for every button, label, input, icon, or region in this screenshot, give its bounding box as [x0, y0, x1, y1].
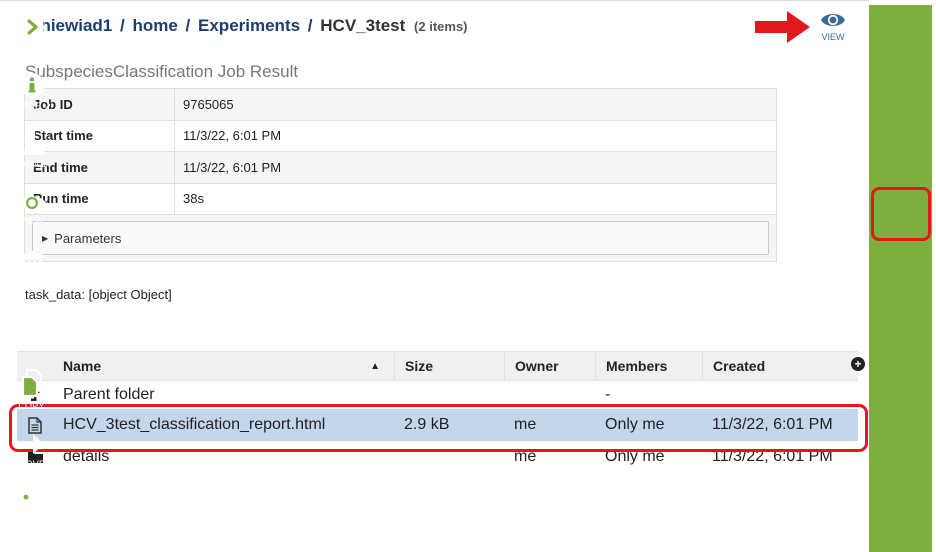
- sidebar-view-button[interactable]: VIEW: [0, 193, 63, 226]
- caret-right-icon: ▶: [42, 233, 49, 243]
- sidebar-delete-label: DELETE: [13, 281, 50, 291]
- sidebar-rename-button[interactable]: RENAME: [0, 308, 63, 349]
- sidebar-move-label: MOVE: [17, 459, 46, 469]
- sidebar-download-label: DWNLD: [14, 159, 49, 169]
- file-created: 11/3/22, 6:01 PM: [712, 416, 833, 433]
- parent-folder-members: -: [605, 386, 611, 403]
- parameters-row: ▶ Parameters: [24, 214, 777, 262]
- sidebar-hide-label: HIDE: [20, 43, 43, 53]
- sidebar-guide-button[interactable]: GUIDE ↗: [0, 72, 63, 112]
- sidebar-guide-label-wrap: GUIDE ↗: [0, 101, 63, 112]
- breadcrumb-current-folder: HCV_3test: [320, 16, 406, 35]
- column-header-created[interactable]: Created: [702, 352, 858, 380]
- job-row-id: Job ID 9765065: [24, 88, 777, 121]
- eye-icon: [821, 14, 845, 26]
- breadcrumb-home[interactable]: home: [132, 16, 177, 35]
- file-size: 2.9 kB: [404, 416, 450, 433]
- breadcrumb-separator: /: [185, 16, 191, 35]
- file-owner: me: [514, 416, 537, 433]
- sort-ascending-icon: ▲: [370, 360, 380, 372]
- sidebar-rename-label: RENAME: [11, 339, 52, 349]
- empty-cell: [504, 381, 595, 409]
- job-field-value: 38s: [174, 182, 777, 215]
- column-header-size[interactable]: Size: [394, 352, 504, 380]
- empty-cell: [394, 381, 504, 409]
- chevron-right-circle-icon: [19, 15, 44, 39]
- parameters-toggle[interactable]: ▶ Parameters: [32, 221, 769, 255]
- sidebar-guide-label: GUIDE: [11, 101, 42, 111]
- breadcrumb-separator: /: [120, 16, 125, 35]
- eye-icon: [17, 196, 46, 210]
- file-size: [394, 441, 504, 473]
- file-members: Only me: [605, 416, 665, 433]
- parent-folder-label: Parent folder: [63, 386, 155, 403]
- file-list: Name ▲ Size Owner Members Created Parent…: [17, 351, 858, 473]
- job-field-value: 11/3/22, 6:01 PM: [174, 151, 777, 184]
- action-sidebar: [869, 5, 932, 552]
- sidebar-download-button[interactable]: DWNLD: [0, 130, 63, 169]
- breadcrumb-experiments[interactable]: Experiments: [198, 16, 300, 35]
- empty-cell: [702, 381, 858, 409]
- job-field-value: 11/3/22, 6:01 PM: [174, 119, 777, 152]
- sidebar-edit-type-button[interactable]: EDIT TYPE: [0, 489, 63, 530]
- top-border: [0, 0, 869, 6]
- file-members: Only me: [605, 448, 665, 465]
- sidebar-copy-label: COPY: [18, 401, 45, 411]
- column-header-members[interactable]: Members: [595, 352, 702, 380]
- column-header-name-label: Name: [63, 358, 102, 374]
- tag-icon: [19, 491, 44, 515]
- job-row-start: Start time 11/3/22, 6:01 PM: [24, 119, 777, 152]
- table-row[interactable]: HCV_3test_classification_report.html 2.9…: [17, 409, 858, 441]
- sidebar-edit-type-label: EDIT TYPE: [7, 520, 56, 530]
- sidebar-hide-button[interactable]: HIDE: [0, 14, 63, 53]
- job-result-title: SubspeciesClassification Job Result: [25, 62, 299, 81]
- download-icon: [19, 131, 44, 155]
- parameters-label: Parameters: [54, 230, 122, 246]
- arrow-right-icon: [19, 434, 44, 454]
- job-field-value: 9765065: [174, 88, 777, 121]
- file-name: details: [63, 448, 110, 465]
- file-list-header: Name ▲ Size Owner Members Created: [17, 351, 858, 381]
- annotation-arrow-icon: [755, 11, 810, 43]
- parent-folder-row[interactable]: Parent folder -: [17, 381, 858, 409]
- job-details-table: Job ID 9765065 Start time 11/3/22, 6:01 …: [24, 88, 777, 262]
- table-row[interactable]: details me Only me 11/3/22, 6:01 PM: [17, 441, 858, 473]
- edit-icon: [17, 309, 45, 336]
- item-count: (2 items): [414, 19, 468, 34]
- view-button-top-label: VIEW: [821, 32, 845, 42]
- job-row-end: End time 11/3/22, 6:01 PM: [24, 151, 777, 184]
- column-header-name[interactable]: Name ▲: [53, 352, 394, 380]
- column-header-owner[interactable]: Owner: [504, 352, 595, 380]
- sidebar-delete-button[interactable]: DELETE: [0, 250, 63, 291]
- info-icon: [19, 73, 44, 97]
- copy-icon: [21, 368, 42, 398]
- sidebar-move-button[interactable]: MOVE: [0, 432, 63, 469]
- sidebar-copy-button[interactable]: COPY: [0, 368, 63, 411]
- breadcrumb: aniewiad1 / home / Experiments / HCV_3te…: [31, 16, 468, 36]
- file-owner: me: [514, 448, 537, 465]
- file-created: 11/3/22, 6:01 PM: [712, 448, 833, 465]
- sidebar-view-label: VIEW: [19, 216, 44, 226]
- file-name: HCV_3test_classification_report.html: [63, 416, 326, 433]
- view-button-top[interactable]: VIEW: [808, 10, 858, 42]
- add-column-button[interactable]: +: [851, 357, 865, 371]
- parameters-cell: ▶ Parameters: [24, 214, 777, 262]
- breadcrumb-separator: /: [307, 16, 313, 35]
- external-link-icon: ↗: [43, 101, 52, 111]
- trash-icon: [20, 251, 43, 278]
- job-row-runtime: Run time 38s: [24, 182, 777, 215]
